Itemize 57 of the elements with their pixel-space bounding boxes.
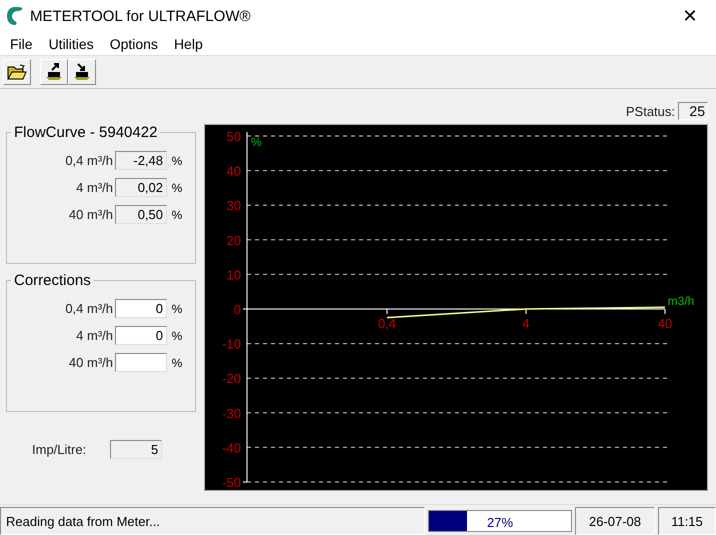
folder-icon	[7, 64, 27, 80]
y-tick-label: 10	[226, 267, 241, 282]
imp-litre-value: 5	[110, 440, 162, 459]
open-button[interactable]	[3, 59, 31, 85]
x-tick-label: 0,4	[378, 316, 396, 331]
flow-label: 0,4 m³/h	[65, 301, 113, 316]
y-tick-label: 40	[226, 164, 241, 179]
y-tick-label: -10	[222, 336, 241, 352]
unit-label: %	[170, 180, 184, 194]
pstatus-label: PStatus:	[626, 104, 675, 118]
unit-label: %	[170, 328, 184, 342]
y-tick-label: -50	[222, 475, 241, 490]
input-field[interactable]	[115, 353, 167, 372]
y-tick-label: 0	[234, 302, 241, 317]
menu-item[interactable]: Options	[102, 36, 166, 52]
progress-label: 27%	[486, 515, 514, 530]
app-logo-icon	[6, 6, 24, 26]
input-field[interactable]: 0	[115, 299, 167, 318]
close-button[interactable]: ✕	[670, 0, 710, 32]
menu-item[interactable]: Utilities	[40, 36, 102, 52]
status-message: Reading data from Meter...	[0, 507, 425, 535]
flow-label: 4 m³/h	[76, 328, 113, 343]
value-field: -2,48	[115, 151, 167, 170]
window-title: METERTOOL for ULTRAFLOW®	[30, 8, 252, 24]
y-tick-label: -30	[222, 406, 241, 421]
unit-label: %	[170, 154, 184, 168]
upload-button[interactable]	[40, 59, 68, 85]
status-time: 11:15	[658, 507, 716, 535]
flow-label: 0,4 m³/h	[65, 153, 113, 168]
x-tick-label: 4	[522, 316, 530, 331]
x-axis-label: m3/h	[668, 294, 694, 308]
flow-label: 4 m³/h	[76, 180, 113, 195]
unit-label: %	[170, 356, 184, 370]
input-field[interactable]: 0	[115, 326, 167, 345]
group-title: FlowCurve - 5940422	[13, 124, 158, 141]
download-device-icon	[73, 62, 91, 82]
upload-device-icon	[45, 62, 63, 82]
y-axis-label: %	[251, 135, 262, 149]
y-tick-label: -20	[222, 371, 241, 386]
y-tick-label: 20	[226, 232, 241, 248]
x-tick-label: 40	[658, 316, 672, 331]
download-button[interactable]	[68, 59, 96, 85]
flow-label: 40 m³/h	[68, 355, 113, 370]
value-field: 0,50	[115, 205, 167, 224]
unit-label: %	[170, 208, 184, 222]
unit-label: %	[170, 302, 184, 316]
imp-litre-label: Imp/Litre:	[32, 442, 86, 457]
y-tick-label: -40	[222, 440, 241, 456]
status-date: 26-07-08	[575, 507, 655, 535]
pstatus-value: 25	[678, 102, 708, 120]
menu-item[interactable]: Help	[166, 36, 211, 52]
flow-label: 40 m³/h	[68, 207, 113, 222]
y-tick-label: 50	[226, 129, 241, 144]
menu-item[interactable]: File	[2, 36, 41, 52]
y-tick-label: 30	[226, 198, 241, 214]
group-title: Corrections	[13, 272, 92, 289]
value-field: 0,02	[115, 178, 167, 197]
